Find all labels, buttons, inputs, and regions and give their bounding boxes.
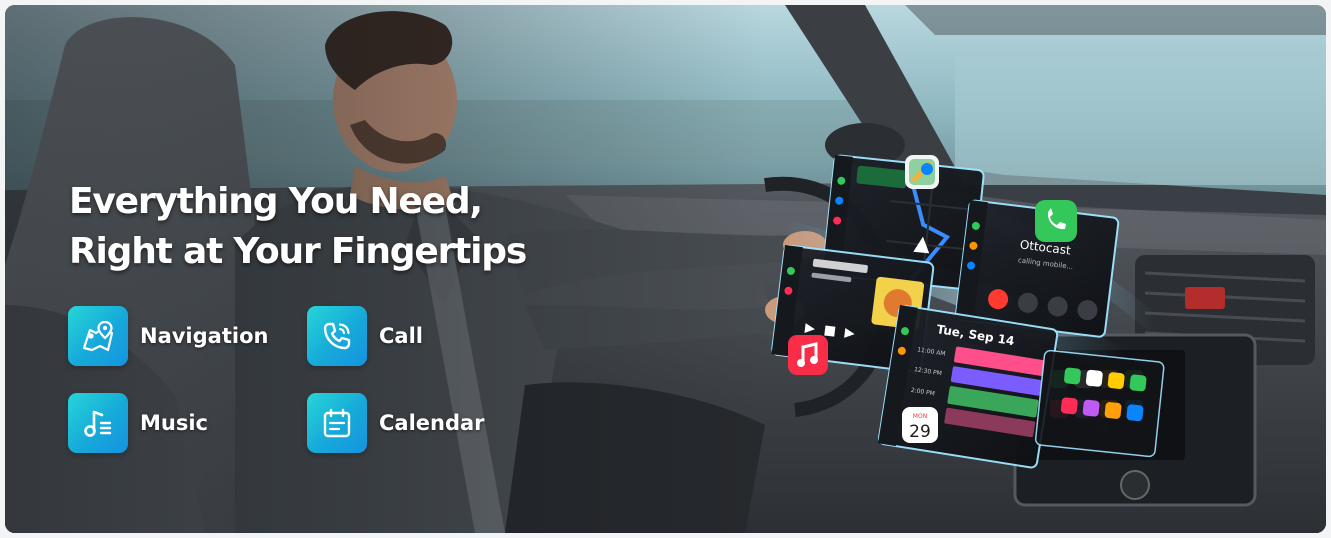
feature-label: Calendar	[379, 411, 485, 435]
feature-label: Music	[140, 411, 208, 435]
map-pin-icon	[68, 306, 128, 366]
headline-line-1: Everything You Need,	[69, 181, 483, 222]
feature-label: Navigation	[140, 324, 269, 348]
calendar-icon	[307, 393, 367, 453]
feature-label: Call	[379, 324, 423, 348]
svg-text:29: 29	[909, 422, 931, 442]
hero-banner: Ottocast calling mobile... Tue, Sep 14 1…	[5, 5, 1326, 533]
headline-line-2: Right at Your Fingertips	[69, 231, 527, 272]
feature-call: Call	[307, 306, 423, 366]
banner-headline: Everything You Need, Right at Your Finge…	[69, 177, 527, 277]
svg-text:MON: MON	[913, 413, 927, 420]
feature-music: Music	[68, 393, 208, 453]
music-note-icon	[68, 393, 128, 453]
feature-calendar: Calendar	[307, 393, 485, 453]
feature-navigation: Navigation	[68, 306, 268, 366]
phone-call-icon	[307, 306, 367, 366]
